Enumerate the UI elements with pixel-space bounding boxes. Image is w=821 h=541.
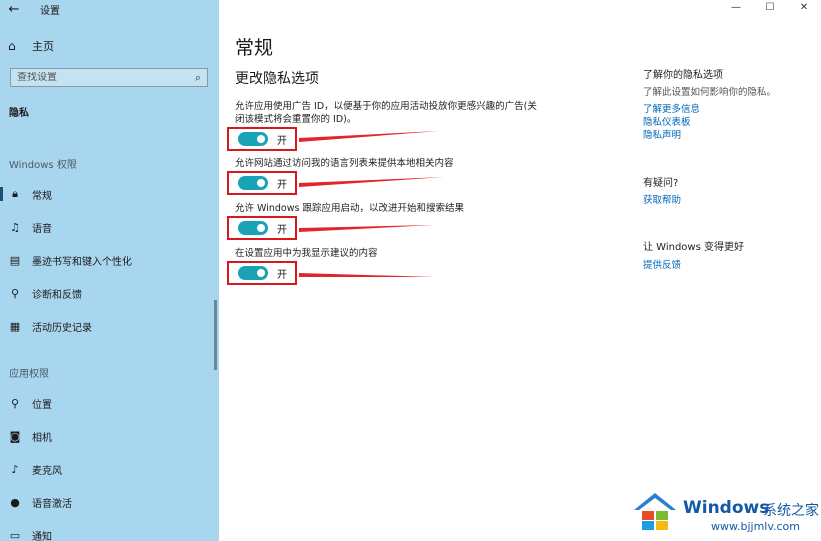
sidebar-item-label: 诊断和反馈 <box>32 289 82 301</box>
nav-home[interactable]: ⌂ 主页 <box>8 38 54 54</box>
toggle-knob <box>257 269 265 277</box>
location-icon: ⚲ <box>10 396 20 410</box>
section-subtitle: 更改隐私选项 <box>235 71 319 87</box>
main-content: — ☐ ✕ 常规 更改隐私选项 允许应用使用广告 ID，以便基于你的应用活动投放… <box>219 0 821 541</box>
toggle-knob <box>257 224 265 232</box>
sidebar-item-speech[interactable]: ♫ 语音 <box>0 216 215 238</box>
sidebar-item-label: 墨迹书写和键入个性化 <box>32 256 132 268</box>
camera-icon: ◙ <box>9 429 21 443</box>
sidebar-item-general[interactable]: 🔒︎ 常规 <box>0 183 215 205</box>
toggle-row-suggested-content: 开 <box>227 261 297 285</box>
toggle-state-label: 开 <box>277 224 287 236</box>
sidebar-item-label: 语音 <box>32 223 52 235</box>
know-privacy-text: 了解此设置如何影响你的隐私。 <box>643 87 777 98</box>
learn-more-link[interactable]: 了解更多信息 <box>643 101 700 115</box>
close-icon: ✕ <box>799 1 809 13</box>
group-label-windows: Windows 权限 <box>9 160 77 171</box>
maximize-icon: ☐ <box>765 1 775 13</box>
setting-desc-suggested-content: 在设置应用中为我显示建议的内容 <box>235 248 378 259</box>
toggle-state-label: 开 <box>277 135 287 147</box>
toggle-knob <box>257 135 265 143</box>
scrollbar-thumb[interactable] <box>214 300 217 370</box>
sidebar-item-label: 活动历史记录 <box>32 322 92 334</box>
sidebar-item-label: 常规 <box>32 190 52 202</box>
sidebar-item-microphone[interactable]: ♪ 麦克风 <box>0 458 215 480</box>
toggle-knob <box>257 179 265 187</box>
sidebar-item-label: 麦克风 <box>32 465 62 477</box>
app-title: 设置 <box>40 5 60 17</box>
search-input[interactable] <box>17 72 195 83</box>
back-arrow-icon: ← <box>8 1 20 17</box>
sidebar-item-diagnostics[interactable]: ⚲ 诊断和反馈 <box>0 282 215 304</box>
sidebar-item-inking[interactable]: ▤ 墨迹书写和键入个性化 <box>0 249 215 271</box>
sidebar-item-label: 位置 <box>32 399 52 411</box>
annotation-arrow-1 <box>299 131 439 142</box>
toggle-state-label: 开 <box>277 269 287 281</box>
site-watermark: Windows 系统之家 www.bjjmlv.com <box>631 490 821 538</box>
annotation-arrow-2 <box>299 177 444 187</box>
know-privacy-heading: 了解你的隐私选项 <box>643 70 723 81</box>
speech-icon: ♫ <box>10 220 20 234</box>
setting-desc-language-list: 允许网站通过访问我的语言列表来提供本地相关内容 <box>235 158 454 169</box>
watermark-brand: Windows <box>683 498 770 518</box>
nav-home-label: 主页 <box>32 40 54 53</box>
voice-activation-icon: ● <box>10 495 20 509</box>
toggle-row-advertising-id: 开 <box>227 127 297 151</box>
get-help-link[interactable]: 获取帮助 <box>643 192 681 206</box>
annotation-arrow-4 <box>299 273 434 277</box>
microphone-icon: ♪ <box>11 462 19 476</box>
sidebar-item-location[interactable]: ⚲ 位置 <box>0 392 215 414</box>
sidebar-item-activity-history[interactable]: ▦ 活动历史记录 <box>0 315 215 337</box>
toggle-row-app-launch-tracking: 开 <box>227 216 297 240</box>
feedback-icon: ⚲ <box>10 286 20 300</box>
watermark-site-name: 系统之家 <box>763 503 819 519</box>
sidebar-item-notifications[interactable]: ▭ 通知 <box>0 524 215 541</box>
history-icon: ▦ <box>9 319 21 333</box>
sidebar-item-label: 通知 <box>32 531 52 541</box>
toggle-switch-advertising-id[interactable] <box>238 132 268 146</box>
toggle-switch-language-list[interactable] <box>238 176 268 190</box>
privacy-dashboard-link[interactable]: 隐私仪表板 <box>643 114 691 128</box>
back-button[interactable]: ← <box>0 0 28 18</box>
window-controls: — ☐ ✕ <box>719 0 821 14</box>
setting-desc-advertising-id: 允许应用使用广告 ID，以便基于你的应用活动投放你更感兴趣的广告(关闭该模式将会… <box>235 101 537 125</box>
question-heading: 有疑问? <box>643 178 679 189</box>
improve-windows-heading: 让 Windows 变得更好 <box>643 242 744 253</box>
toggle-row-language-list: 开 <box>227 171 297 195</box>
watermark-url: www.bjjmlv.com <box>711 520 800 533</box>
maximize-button[interactable]: ☐ <box>753 0 787 14</box>
setting-desc-app-launch-tracking: 允许 Windows 跟踪应用启动，以改进开始和搜索结果 <box>235 203 464 214</box>
sidebar-scrollbar[interactable] <box>214 0 217 541</box>
privacy-statement-link[interactable]: 隐私声明 <box>643 127 681 141</box>
minimize-icon: — <box>731 1 741 13</box>
title-bar: ← 设置 <box>0 0 219 18</box>
sidebar-item-label: 语音激活 <box>32 498 72 510</box>
annotation-arrow-3 <box>299 225 434 232</box>
group-label-app: 应用权限 <box>9 369 49 380</box>
ink-icon: ▤ <box>9 253 21 267</box>
sidebar: ← 设置 ⌂ 主页 ⌕ 隐私 Windows 权限 🔒︎ 常规 ♫ 语音 ▤ 墨… <box>0 0 219 541</box>
windows-house-logo-icon <box>634 493 676 530</box>
give-feedback-link[interactable]: 提供反馈 <box>643 257 681 271</box>
search-box[interactable]: ⌕ <box>10 68 208 87</box>
current-section-label: 隐私 <box>9 108 29 119</box>
close-button[interactable]: ✕ <box>787 0 821 14</box>
sidebar-item-camera[interactable]: ◙ 相机 <box>0 425 215 447</box>
search-icon[interactable]: ⌕ <box>195 71 201 85</box>
sidebar-item-label: 相机 <box>32 432 52 444</box>
toggle-state-label: 开 <box>277 179 287 191</box>
notification-icon: ▭ <box>9 528 21 541</box>
page-title: 常规 <box>235 37 274 59</box>
toggle-switch-app-launch-tracking[interactable] <box>238 221 268 235</box>
sidebar-item-voice-activation[interactable]: ● 语音激活 <box>0 491 215 513</box>
toggle-switch-suggested-content[interactable] <box>238 266 268 280</box>
home-icon: ⌂ <box>8 39 16 53</box>
minimize-button[interactable]: — <box>719 0 753 14</box>
lock-icon: 🔒︎ <box>12 187 18 200</box>
